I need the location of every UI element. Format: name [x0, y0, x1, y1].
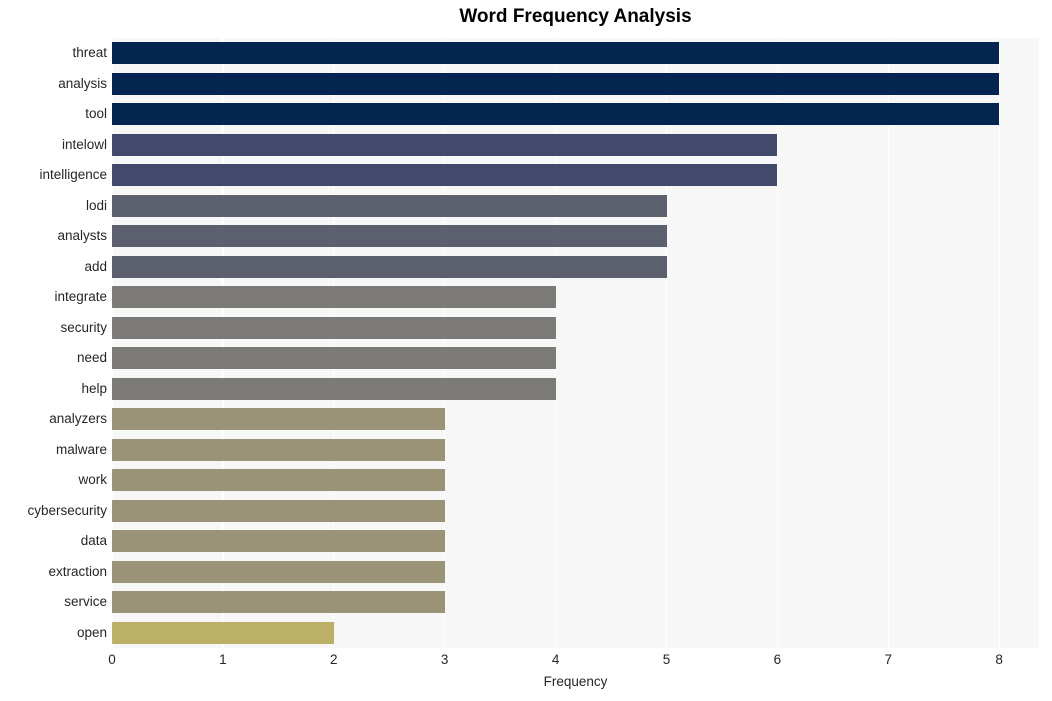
bar-row	[112, 347, 1039, 370]
bar-row	[112, 469, 1039, 492]
chart-title: Word Frequency Analysis	[459, 6, 692, 27]
y-tick-label-malware: malware	[55, 441, 107, 457]
bar-service	[112, 591, 445, 614]
bar-work	[112, 469, 445, 492]
bar-malware	[112, 438, 445, 461]
x-tick-label-5: 5	[662, 652, 671, 667]
bar-row	[112, 591, 1039, 614]
gridline-x-7	[887, 38, 889, 648]
bar-intelowl	[112, 133, 778, 156]
bar-threat	[112, 42, 1000, 65]
plot-panel	[112, 38, 1039, 648]
bar-intelligence	[112, 164, 778, 187]
y-tick-label-security: security	[60, 319, 107, 335]
y-tick-label-analysts: analysts	[57, 228, 107, 244]
bar-row	[112, 408, 1039, 431]
y-tick-label-open: open	[76, 624, 107, 640]
gridline-x-8	[998, 38, 1000, 648]
y-tick-label-lodi: lodi	[85, 197, 107, 213]
gridline-x-1	[222, 38, 224, 648]
bar-row	[112, 133, 1039, 156]
bar-row	[112, 255, 1039, 278]
y-tick-label-work: work	[78, 472, 107, 488]
y-tick-label-cybersecurity: cybersecurity	[27, 502, 107, 518]
bar-row	[112, 316, 1039, 339]
y-tick-label-analysis: analysis	[58, 75, 107, 91]
bar-help	[112, 377, 556, 400]
bar-row	[112, 530, 1039, 553]
bar-row	[112, 499, 1039, 522]
gridline-x-0	[112, 38, 113, 648]
word-frequency-chart-figure: Word Frequency Analysis threat analysis to…	[0, 0, 1052, 701]
y-tick-label-need: need	[76, 350, 107, 366]
bar-row	[112, 103, 1039, 126]
bar-row	[112, 560, 1039, 583]
bar-tool	[112, 103, 1000, 126]
x-tick-label-8: 8	[995, 652, 1003, 667]
y-tick-label-tool: tool	[85, 106, 107, 122]
gridline-x-4	[554, 38, 557, 648]
gridline-x-3	[444, 38, 446, 648]
bar-need	[112, 347, 556, 370]
x-tick-label-7: 7	[884, 652, 893, 667]
bar-extraction	[112, 560, 445, 583]
y-tick-label-help: help	[81, 380, 107, 396]
bar-security	[112, 316, 556, 339]
y-tick-label-intelowl: intelowl	[61, 136, 107, 152]
bar-add	[112, 255, 667, 278]
bar-row	[112, 621, 1039, 644]
y-tick-label-analyzers: analyzers	[49, 411, 107, 427]
x-tick-label-2: 2	[330, 652, 338, 667]
bar-row	[112, 164, 1039, 187]
x-tick-label-1: 1	[219, 652, 227, 667]
x-tick-label-0: 0	[108, 652, 116, 667]
gridline-x-6	[776, 38, 779, 648]
x-tick-label-6: 6	[773, 652, 782, 667]
bar-row	[112, 225, 1039, 248]
bar-row	[112, 377, 1039, 400]
y-tick-label-data: data	[80, 533, 107, 549]
y-tick-label-integrate: integrate	[54, 289, 107, 305]
gridline-x-5	[665, 38, 668, 648]
x-axis-title: Frequency	[543, 674, 608, 689]
x-tick-label-3: 3	[440, 652, 449, 667]
bar-row	[112, 72, 1039, 95]
y-tick-label-add: add	[84, 258, 107, 274]
bar-analysis	[112, 72, 1000, 95]
y-tick-label-threat: threat	[72, 45, 107, 61]
y-tick-label-service: service	[64, 594, 107, 610]
bar-row	[112, 42, 1039, 65]
bar-row	[112, 286, 1039, 309]
bar-lodi	[112, 194, 667, 217]
bar-row	[112, 194, 1039, 217]
y-tick-label-intelligence: intelligence	[39, 167, 107, 183]
bar-integrate	[112, 286, 556, 309]
bar-row	[112, 438, 1039, 461]
bar-cybersecurity	[112, 499, 445, 522]
x-tick-label-4: 4	[551, 652, 560, 667]
bar-open	[112, 621, 334, 644]
bar-analysts	[112, 225, 667, 248]
gridline-x-2	[333, 38, 335, 648]
bar-analyzers	[112, 408, 445, 431]
y-tick-label-extraction: extraction	[48, 563, 107, 579]
bar-data	[112, 530, 445, 553]
